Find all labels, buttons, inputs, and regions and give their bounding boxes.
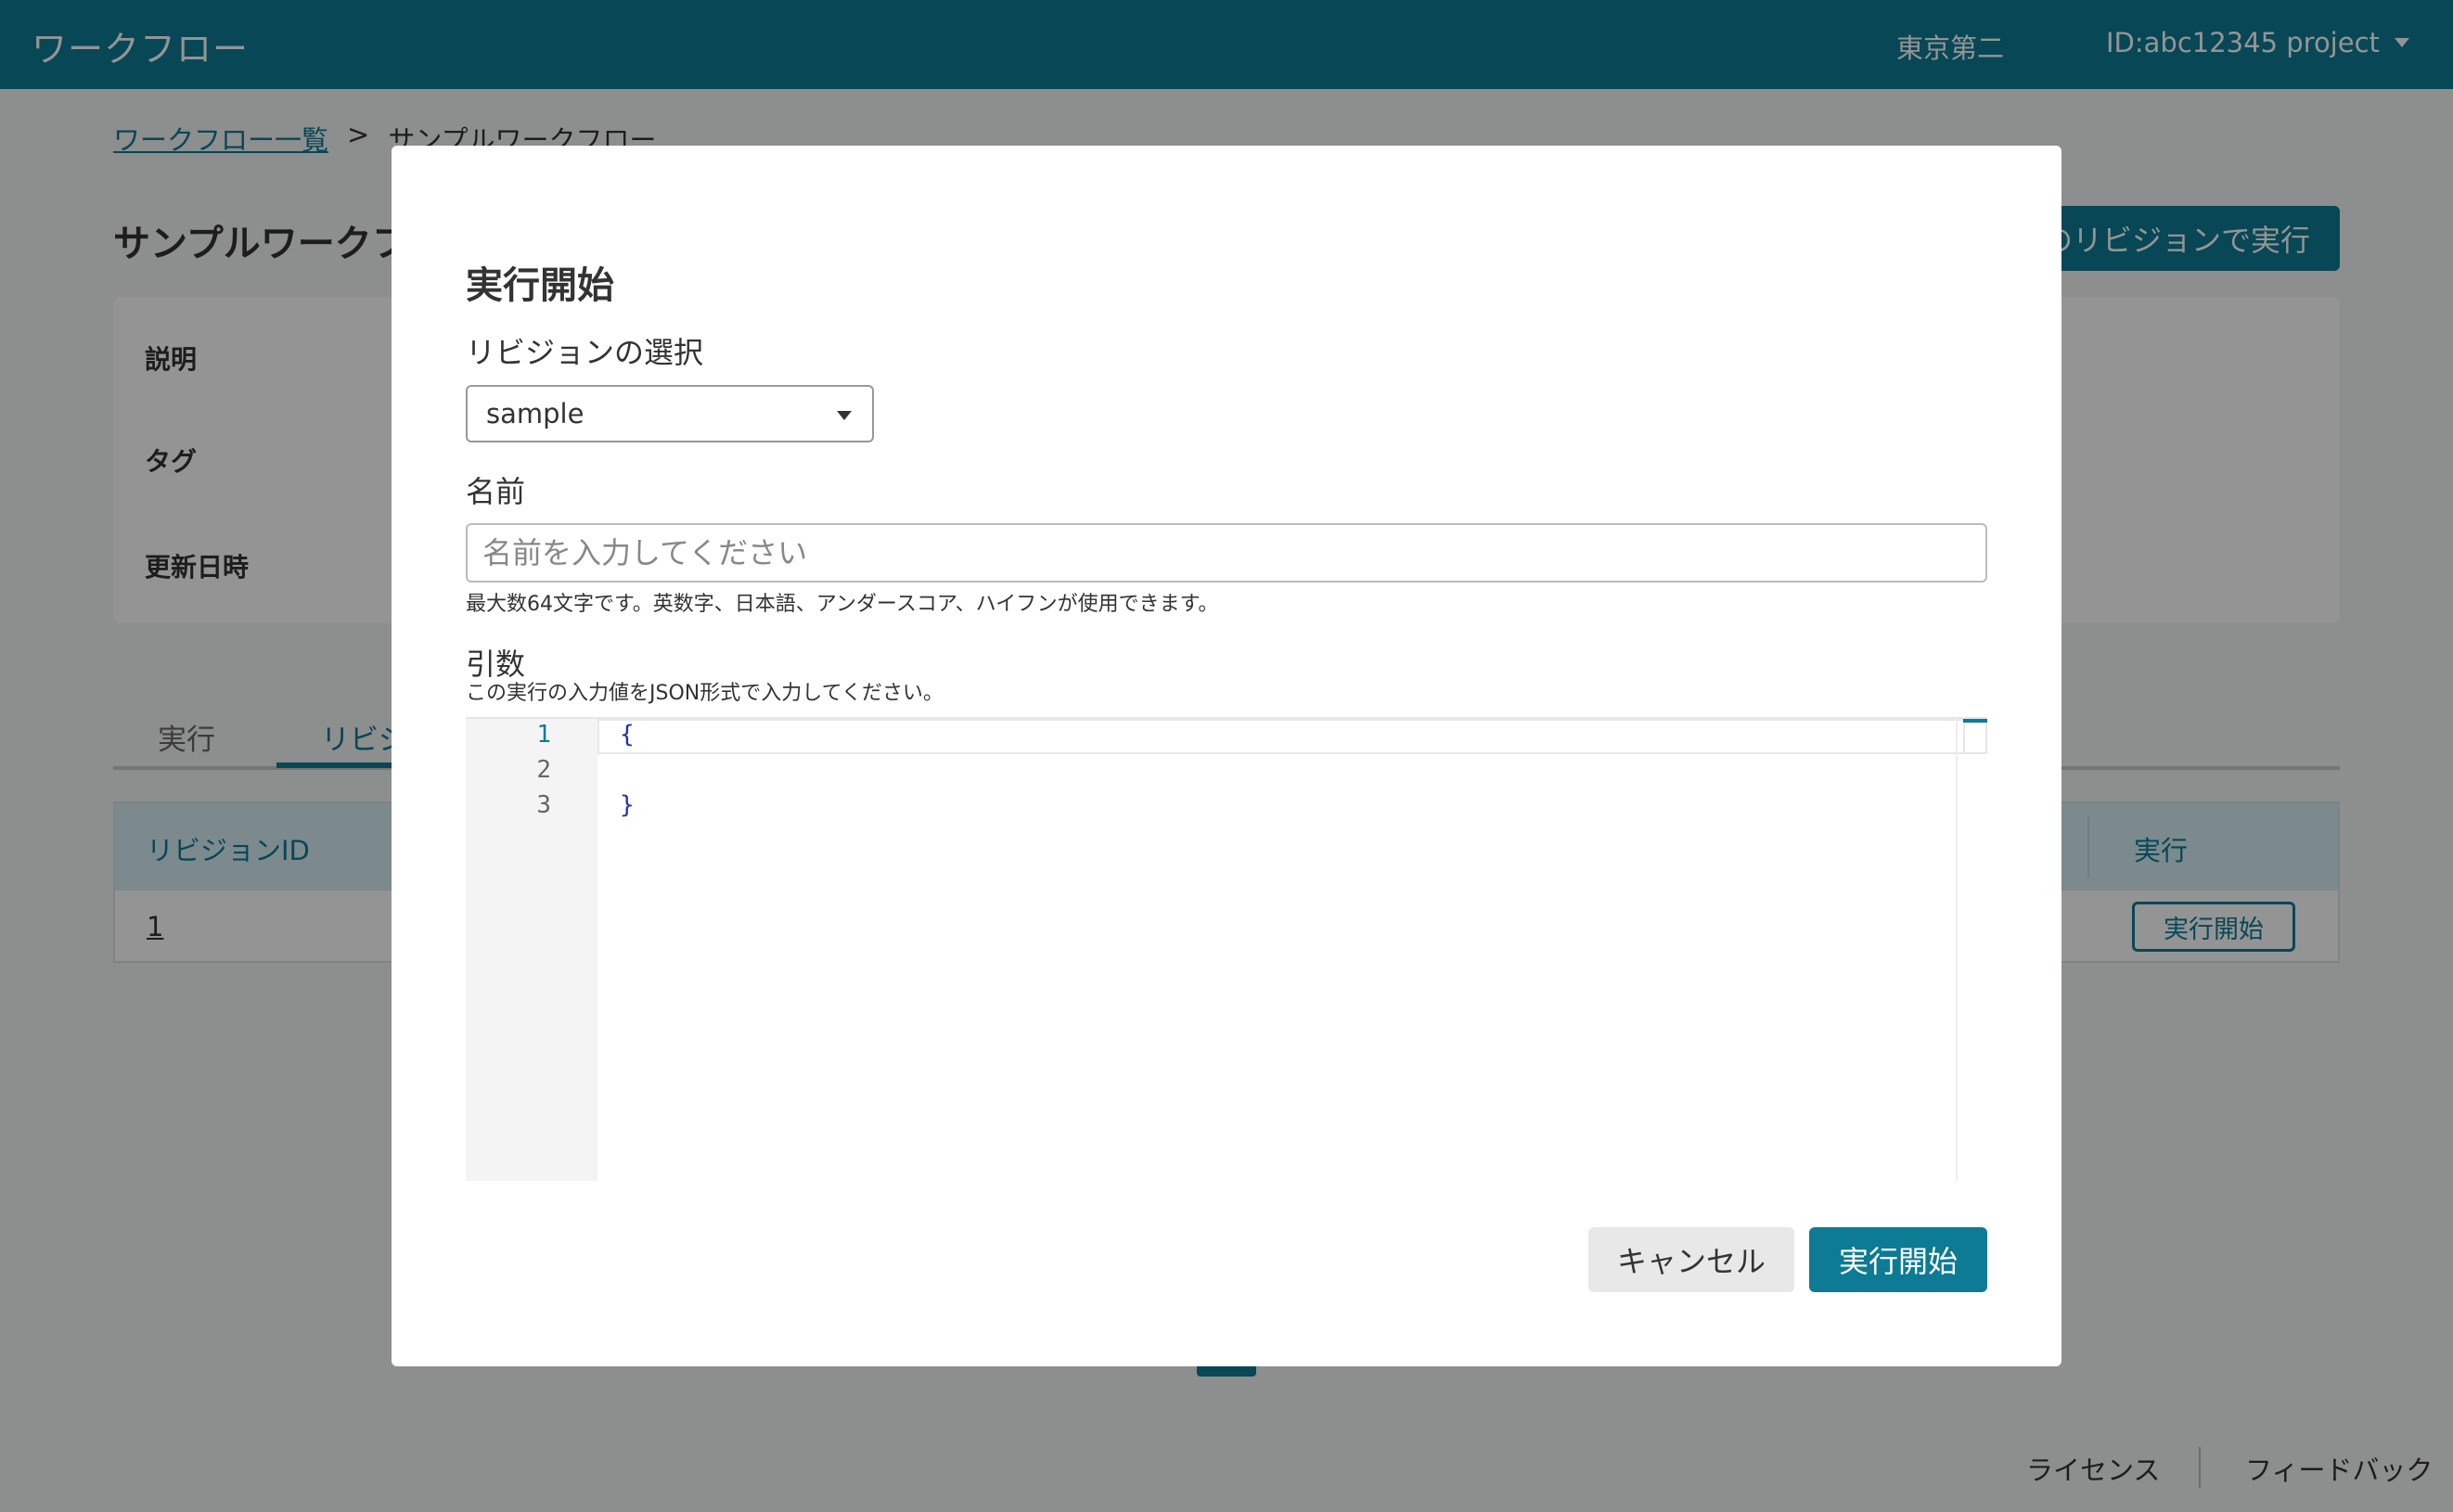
name-field-hint: 最大数64文字です。英数字、日本語、アンダースコア、ハイフンが使用できます。 xyxy=(466,593,1219,616)
line-number: 1 xyxy=(536,721,551,749)
start-execution-modal: 実行開始 リビジョンの選択 sample 名前 最大数64文字です。英数字、日本… xyxy=(392,146,2061,1366)
editor-minimap xyxy=(1963,723,1987,754)
active-line-highlight xyxy=(597,719,1963,754)
line-number: 2 xyxy=(536,756,551,784)
line-number: 3 xyxy=(536,791,551,819)
json-arguments-editor[interactable]: 1 2 3 { } xyxy=(466,717,1987,1181)
arguments-hint: この実行の入力値をJSON形式で入力してください。 xyxy=(466,682,944,705)
editor-gutter: 1 2 3 xyxy=(466,719,597,1181)
code-line[interactable]: { xyxy=(620,721,635,749)
revision-select-value: sample xyxy=(486,398,584,429)
name-field-label: 名前 xyxy=(466,474,526,509)
caret-down-icon xyxy=(837,411,852,420)
cancel-button[interactable]: キャンセル xyxy=(1588,1227,1794,1292)
start-execution-button[interactable]: 実行開始 xyxy=(1809,1227,1987,1292)
editor-scrollbar[interactable] xyxy=(1956,719,1982,1181)
revision-select-label: リビジョンの選択 xyxy=(466,335,704,370)
modal-title: 実行開始 xyxy=(466,264,614,307)
name-input[interactable] xyxy=(466,523,1987,583)
code-line[interactable]: } xyxy=(620,791,635,819)
revision-select[interactable]: sample xyxy=(466,385,874,442)
